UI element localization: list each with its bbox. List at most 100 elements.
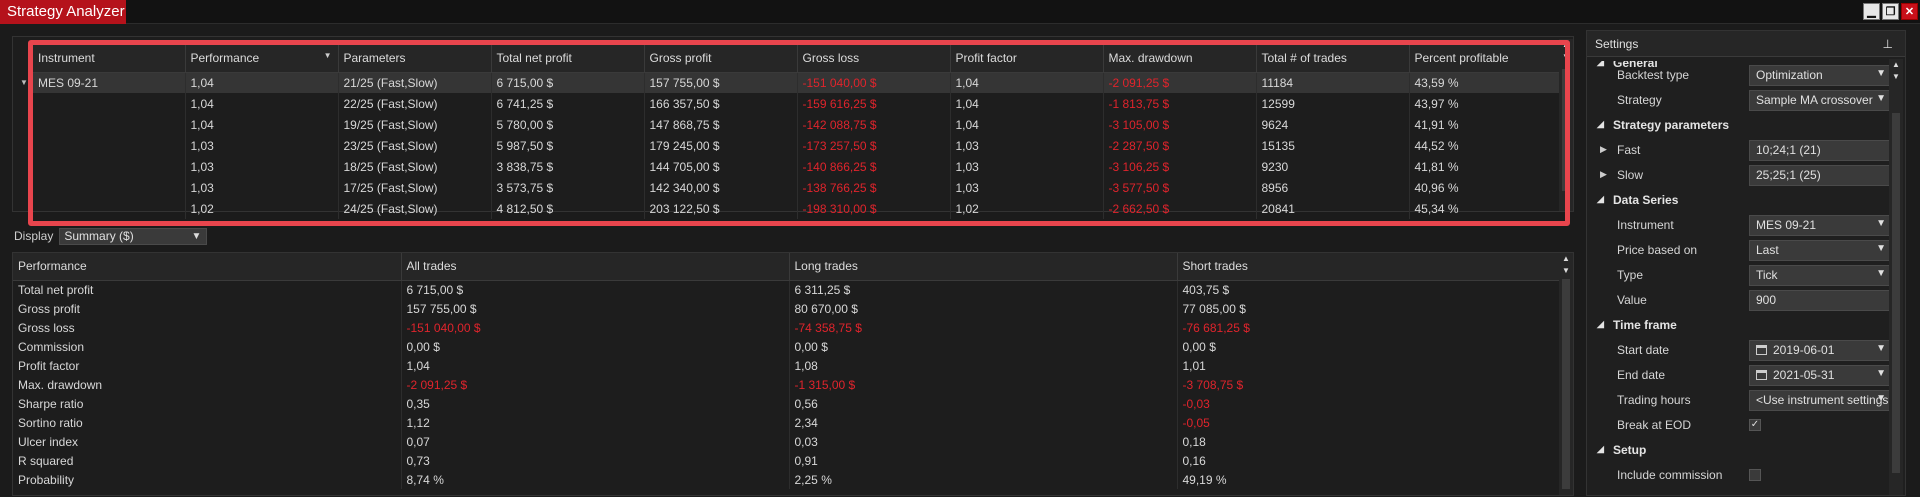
- summary-scrollbar[interactable]: ▲ ▼: [1559, 253, 1573, 495]
- type-select[interactable]: Tick ▼: [1749, 265, 1891, 286]
- settings-title: Settings: [1595, 37, 1639, 51]
- summary-table: Performance All trades Long trades Short tr…: [13, 253, 1562, 489]
- chevron-down-icon: ▼: [1876, 343, 1886, 354]
- column-header[interactable]: Short trades: [1177, 253, 1562, 281]
- calendar-icon: [1756, 370, 1767, 380]
- table-cell: 1,12: [401, 413, 790, 432]
- column-header[interactable]: Max. drawdown: [1103, 45, 1257, 73]
- scroll-thumb[interactable]: [1562, 279, 1570, 489]
- category-setup[interactable]: ◢ Setup: [1587, 438, 1891, 463]
- table-row[interactable]: MES 09-21 1,04 21/25 (Fast,Slow) 6 715,00 $…: [33, 72, 1566, 93]
- table-cell: -0,05: [1177, 413, 1562, 432]
- instrument-select[interactable]: MES 09-21 ▼: [1749, 215, 1891, 236]
- category-time-frame[interactable]: ◢ Time frame: [1587, 313, 1891, 338]
- table-cell: Ulcer index: [13, 432, 402, 451]
- column-header[interactable]: Gross loss: [797, 45, 951, 73]
- table-row: Sharpe ratio 0,35 0,56 -0,03: [13, 394, 1562, 413]
- table-cell: 5 987,50 $: [491, 135, 645, 156]
- table-row[interactable]: 1,03 23/25 (Fast,Slow) 5 987,50 $179 245,0…: [33, 135, 1566, 156]
- table-row[interactable]: 1,04 22/25 (Fast,Slow) 6 741,25 $166 357,5…: [33, 93, 1566, 114]
- column-header[interactable]: Percent profitable: [1409, 45, 1566, 73]
- scroll-up-icon[interactable]: ▲: [1559, 253, 1573, 265]
- table-row[interactable]: 1,03 18/25 (Fast,Slow) 3 838,75 $144 705,0…: [33, 156, 1566, 177]
- pin-icon[interactable]: ⊥: [1883, 31, 1893, 57]
- table-cell: 2,25 %: [789, 470, 1178, 489]
- fast-input[interactable]: 10;24;1 (21): [1749, 140, 1891, 161]
- table-cell: 23/25 (Fast,Slow): [338, 135, 492, 156]
- restore-button[interactable]: ❐: [1882, 3, 1899, 20]
- table-cell: 43,97 %: [1409, 93, 1566, 114]
- scroll-up-icon[interactable]: ▲: [1559, 39, 1573, 51]
- table-row: Sortino ratio 1,12 2,34 -0,05: [13, 413, 1562, 432]
- expand-icon[interactable]: ▶: [1600, 144, 1607, 155]
- display-select[interactable]: Summary ($) ▼: [59, 227, 208, 245]
- scroll-down-icon[interactable]: ▼: [1559, 51, 1573, 63]
- column-header[interactable]: Gross profit: [644, 45, 798, 73]
- close-button[interactable]: ✕: [1901, 3, 1918, 20]
- display-row: Display Summary ($) ▼: [14, 227, 208, 245]
- price-based-select[interactable]: Last ▼: [1749, 240, 1891, 261]
- chevron-down-icon: ▼: [1876, 93, 1886, 104]
- column-header[interactable]: Performance: [13, 253, 402, 281]
- strategy-select[interactable]: Sample MA crossover ▼: [1749, 90, 1891, 111]
- window-controls: ▁ ❐ ✕: [1863, 3, 1918, 20]
- slow-input[interactable]: 25;25;1 (25): [1749, 165, 1891, 186]
- column-header[interactable]: Instrument: [33, 45, 186, 73]
- display-select-value: Summary ($): [64, 228, 134, 243]
- table-cell: -173 257,50 $: [797, 135, 951, 156]
- scroll-down-icon[interactable]: ▼: [1559, 265, 1573, 277]
- table-cell: 1,03: [950, 177, 1104, 198]
- column-header[interactable]: Long trades: [789, 253, 1178, 281]
- settings-body: ◢ General Backtest type Optimization ▼ St…: [1587, 61, 1891, 497]
- trading-hours-select[interactable]: <Use instrument settings> ▼: [1749, 390, 1891, 411]
- category-data-series[interactable]: ◢ Data Series: [1587, 188, 1891, 213]
- table-cell: -2 662,50 $: [1103, 198, 1257, 219]
- column-header[interactable]: Performance ▼: [185, 45, 339, 73]
- table-cell: 1,02: [950, 198, 1104, 219]
- expand-icon[interactable]: ▶: [1600, 169, 1607, 180]
- table-cell: 18/25 (Fast,Slow): [338, 156, 492, 177]
- table-cell: -0,03: [1177, 394, 1562, 413]
- category-strategy-parameters[interactable]: ◢ Strategy parameters: [1587, 113, 1891, 138]
- calendar-icon: [1756, 345, 1767, 355]
- table-cell: 0,00 $: [789, 337, 1178, 356]
- table-cell: 147 868,75 $: [644, 114, 798, 135]
- table-cell: 179 245,00 $: [644, 135, 798, 156]
- minimize-button[interactable]: ▁: [1863, 3, 1880, 20]
- table-cell: 0,16: [1177, 451, 1562, 470]
- include-commission-checkbox[interactable]: [1749, 469, 1761, 481]
- break-at-eod-checkbox[interactable]: ✓: [1749, 419, 1761, 431]
- window-title-tab[interactable]: Strategy Analyzer: [0, 0, 126, 24]
- table-cell: -3 708,75 $: [1177, 375, 1562, 394]
- scroll-up-icon[interactable]: ▲: [1889, 59, 1903, 71]
- table-row: R squared 0,73 0,91 0,16: [13, 451, 1562, 470]
- column-header[interactable]: All trades: [401, 253, 790, 281]
- column-header[interactable]: Profit factor: [950, 45, 1104, 73]
- scroll-thumb[interactable]: [1892, 113, 1900, 473]
- table-cell: 2,34: [789, 413, 1178, 432]
- scroll-down-icon[interactable]: ▼: [1889, 71, 1903, 83]
- end-date-picker[interactable]: 2021-05-31 ▼: [1749, 365, 1891, 386]
- optimization-scrollbar[interactable]: ▲ ▼: [1559, 39, 1573, 211]
- column-header[interactable]: Parameters: [338, 45, 492, 73]
- collapse-icon: ◢: [1597, 444, 1604, 454]
- scroll-thumb[interactable]: [1562, 69, 1570, 191]
- table-cell: 1,03: [185, 135, 339, 156]
- expand-arrow-icon[interactable]: ▼: [20, 78, 28, 87]
- table-row: Max. drawdown -2 091,25 $ -1 315,00 $ -3 70…: [13, 375, 1562, 394]
- table-row[interactable]: 1,04 19/25 (Fast,Slow) 5 780,00 $147 868,7…: [33, 114, 1566, 135]
- table-row[interactable]: 1,02 24/25 (Fast,Slow) 4 812,50 $203 122,5…: [33, 198, 1566, 219]
- table-cell: Profit factor: [13, 356, 402, 375]
- table-cell: 3 838,75 $: [491, 156, 645, 177]
- backtest-type-select[interactable]: Optimization ▼: [1749, 65, 1891, 86]
- table-cell: MES 09-21: [33, 72, 186, 93]
- table-cell: 1,04: [185, 114, 339, 135]
- start-date-picker[interactable]: 2019-06-01 ▼: [1749, 340, 1891, 361]
- setting-price-based-on: Price based on Last ▼: [1587, 238, 1891, 263]
- settings-scrollbar[interactable]: ▲ ▼: [1889, 59, 1903, 495]
- column-header[interactable]: Total # of trades: [1256, 45, 1410, 73]
- table-row[interactable]: 1,03 17/25 (Fast,Slow) 3 573,75 $142 340,0…: [33, 177, 1566, 198]
- column-header[interactable]: Total net profit: [491, 45, 645, 73]
- table-cell: 1,03: [185, 156, 339, 177]
- value-input[interactable]: 900: [1749, 290, 1891, 311]
